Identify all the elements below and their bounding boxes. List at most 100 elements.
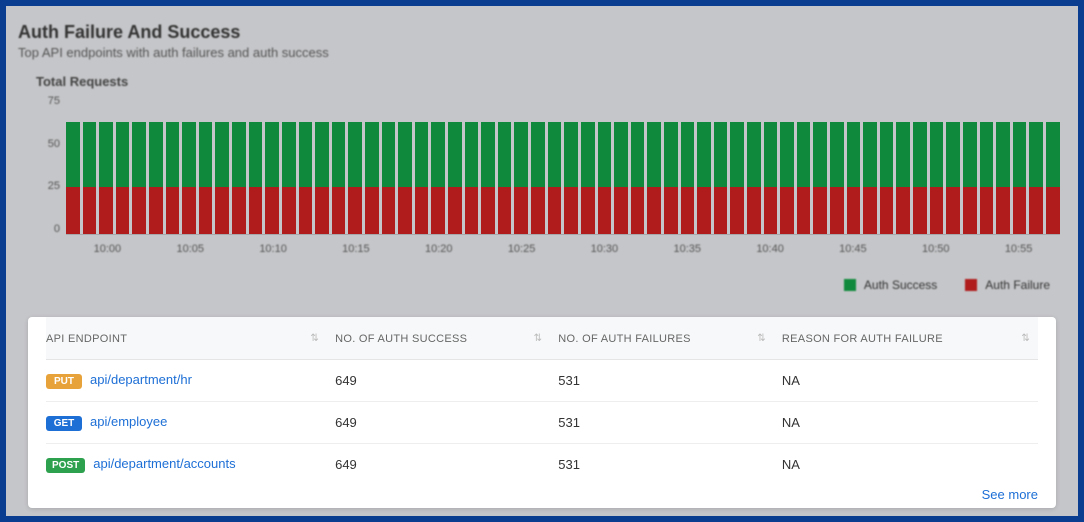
chart-bar — [930, 122, 944, 234]
bar-seg-success — [980, 122, 994, 187]
cell-success: 649 — [327, 402, 550, 444]
bar-seg-failure — [1046, 187, 1060, 234]
see-more-link[interactable]: See more — [46, 485, 1038, 502]
panel-subtitle: Top API endpoints with auth failures and… — [18, 45, 1066, 60]
bar-seg-success — [415, 122, 429, 187]
chart-bar — [365, 122, 379, 234]
bar-seg-success — [465, 122, 479, 187]
chart-bar — [863, 122, 877, 234]
bar-seg-success — [365, 122, 379, 187]
bar-seg-success — [780, 122, 794, 187]
bar-seg-success — [946, 122, 960, 187]
chart-bar — [149, 122, 163, 234]
bar-seg-failure — [946, 187, 960, 234]
bar-seg-failure — [116, 187, 130, 234]
bar-seg-failure — [431, 187, 445, 234]
plot-area: 10:0010:0510:1010:1510:2010:2510:3010:35… — [66, 95, 1060, 250]
chart-bar — [747, 122, 761, 234]
bar-seg-success — [830, 122, 844, 187]
bar-seg-success — [714, 122, 728, 187]
bar-seg-success — [166, 122, 180, 187]
col-auth-success[interactable]: NO. OF AUTH SUCCESS⇅ — [327, 317, 550, 360]
chart-bar — [697, 122, 711, 234]
bar-seg-success — [448, 122, 462, 187]
cell-failures: 531 — [550, 444, 774, 486]
cell-reason: NA — [774, 444, 1038, 486]
bar-seg-failure — [697, 187, 711, 234]
sort-icon[interactable]: ⇅ — [310, 333, 319, 344]
x-tick: 10:30 — [591, 243, 619, 255]
bar-seg-failure — [398, 187, 412, 234]
bar-seg-success — [697, 122, 711, 187]
bar-seg-failure — [647, 187, 661, 234]
chart-bar — [1029, 122, 1043, 234]
x-tick: 10:35 — [673, 243, 701, 255]
chart-bar — [132, 122, 146, 234]
bar-seg-success — [581, 122, 595, 187]
chart-bar — [415, 122, 429, 234]
bar-seg-success — [215, 122, 229, 187]
x-tick: 10:55 — [1005, 243, 1033, 255]
bar-seg-success — [498, 122, 512, 187]
bar-seg-success — [514, 122, 528, 187]
endpoint-link[interactable]: api/employee — [90, 414, 167, 429]
legend-swatch-success — [844, 279, 856, 291]
x-tick: 10:50 — [922, 243, 950, 255]
chart-bar — [581, 122, 595, 234]
y-axis: 7550250 — [36, 95, 66, 235]
sort-icon[interactable]: ⇅ — [757, 333, 766, 344]
bar-seg-failure — [531, 187, 545, 234]
bar-seg-failure — [182, 187, 196, 234]
dashboard-panel: Auth Failure And Success Top API endpoin… — [6, 6, 1078, 516]
chart-bar — [996, 122, 1010, 234]
x-tick: 10:05 — [176, 243, 204, 255]
bar-seg-failure — [598, 187, 612, 234]
bar-seg-success — [315, 122, 329, 187]
bar-seg-success — [930, 122, 944, 187]
sort-icon[interactable]: ⇅ — [534, 333, 543, 344]
bar-seg-success — [747, 122, 761, 187]
bar-seg-failure — [980, 187, 994, 234]
y-tick: 0 — [36, 223, 60, 235]
x-tick: 10:10 — [259, 243, 287, 255]
method-badge: POST — [46, 458, 85, 473]
x-tick: 10:15 — [342, 243, 370, 255]
bar-seg-failure — [448, 187, 462, 234]
chart-bar — [946, 122, 960, 234]
endpoint-link[interactable]: api/department/hr — [90, 372, 192, 387]
bar-seg-failure — [199, 187, 213, 234]
chart-bar — [730, 122, 744, 234]
bar-seg-failure — [249, 187, 263, 234]
table-row: POSTapi/department/accounts649531NA — [46, 444, 1038, 486]
bar-seg-success — [1013, 122, 1027, 187]
cell-success: 649 — [327, 360, 550, 402]
chart-bar — [199, 122, 213, 234]
table-header-row: API ENDPOINT⇅ NO. OF AUTH SUCCESS⇅ NO. O… — [46, 317, 1038, 360]
chart-bar — [764, 122, 778, 234]
y-tick: 50 — [36, 138, 60, 150]
bar-seg-failure — [365, 187, 379, 234]
legend-item-success: Auth Success — [844, 278, 937, 292]
endpoint-link[interactable]: api/department/accounts — [93, 456, 235, 471]
cell-reason: NA — [774, 360, 1038, 402]
chart-bar — [448, 122, 462, 234]
bar-seg-success — [614, 122, 628, 187]
sort-icon[interactable]: ⇅ — [1021, 333, 1030, 344]
chart-bar — [332, 122, 346, 234]
col-auth-failures[interactable]: NO. OF AUTH FAILURES⇅ — [550, 317, 774, 360]
bar-seg-success — [83, 122, 97, 187]
bar-seg-failure — [332, 187, 346, 234]
bar-seg-success — [332, 122, 346, 187]
chart-bar — [465, 122, 479, 234]
bar-seg-failure — [747, 187, 761, 234]
chart-bar — [1013, 122, 1027, 234]
chart-bar — [830, 122, 844, 234]
bar-seg-success — [863, 122, 877, 187]
chart-bar — [83, 122, 97, 234]
bar-seg-failure — [830, 187, 844, 234]
y-tick: 75 — [36, 95, 60, 107]
col-api-endpoint[interactable]: API ENDPOINT⇅ — [46, 317, 327, 360]
legend-swatch-failure — [965, 279, 977, 291]
col-reason[interactable]: REASON FOR AUTH FAILURE⇅ — [774, 317, 1038, 360]
chart-bar — [249, 122, 263, 234]
